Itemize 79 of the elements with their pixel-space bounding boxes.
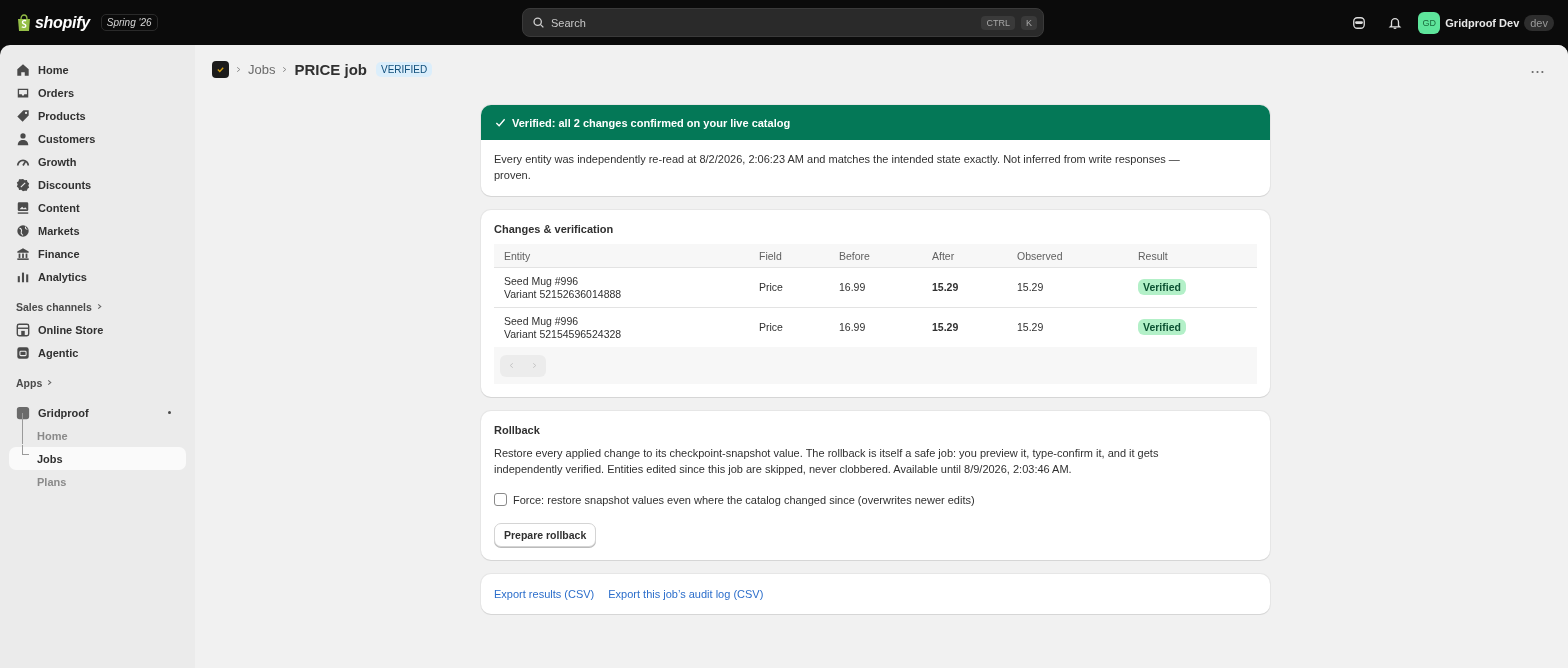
checkmark-icon: [495, 117, 506, 128]
shortcut-key: CTRL: [981, 15, 1015, 30]
more-icon[interactable]: [1531, 69, 1544, 74]
status-badge: VERIFIED: [376, 62, 433, 77]
edition-badge: Spring '26: [100, 14, 158, 31]
chevron-right-icon: [281, 66, 289, 73]
nav-item[interactable]: Products: [9, 104, 186, 127]
nav-item[interactable]: Finance: [9, 242, 186, 265]
table-cell: Price: [749, 307, 829, 347]
storefront-icon: [16, 322, 30, 337]
table-cell: Price: [749, 267, 829, 308]
nav-item[interactable]: Markets: [9, 219, 186, 242]
section-heading[interactable]: Apps: [16, 376, 43, 389]
banner-text: Every entity was independently re-read at 8/2/2026, 2:06:23 AM and matches the intended state exactly. Not inferred from write responses — proven.: [493, 152, 1181, 183]
chevron-right-icon: [46, 379, 54, 386]
bag-logo-icon: [16, 13, 32, 32]
logo-wordmark: shopify: [35, 13, 90, 32]
table-cell: 16.99: [829, 267, 922, 308]
nav-item[interactable]: Content: [9, 196, 186, 219]
table-cell: 15.29: [1007, 267, 1128, 308]
table-cell: 15.29: [922, 307, 1007, 347]
entity-cell: Seed Mug #996 Variant 52154596524328: [494, 307, 749, 347]
search-field[interactable]: Search CTRL K: [522, 8, 1044, 37]
tag-icon: [16, 108, 30, 123]
card-title: Changes & verification: [494, 223, 615, 235]
card-title: Rollback: [494, 424, 541, 436]
nav-item[interactable]: Orders: [9, 81, 186, 104]
entity-cell: Seed Mug #996 Variant 52152636014888: [494, 267, 749, 308]
column-header: Before: [829, 244, 922, 268]
column-header: Result: [1128, 244, 1257, 268]
checkbox-label[interactable]: Force: restore snapshot values even where the catalog changed since (overwrites newer edits): [513, 493, 975, 506]
table-cell: 15.29: [922, 267, 1007, 308]
column-header: After: [922, 244, 1007, 268]
image-icon: [16, 200, 30, 215]
home-icon: [16, 62, 30, 77]
chevron-right-icon: [235, 66, 242, 73]
person-icon: [16, 131, 30, 146]
page-title: PRICE job: [294, 61, 367, 78]
column-header: Entity: [494, 244, 749, 268]
column-header: Field: [749, 244, 829, 268]
banner-title: Verified: all 2 changes confirmed on your live catalog: [512, 116, 791, 129]
nav-item[interactable]: Online Store: [9, 318, 186, 341]
chevron-left-icon: [508, 362, 515, 369]
bank-icon: [16, 246, 30, 261]
prepare-rollback-button[interactable]: Prepare rollback: [494, 523, 597, 547]
checkbox[interactable]: [494, 493, 507, 506]
nav-item[interactable]: Gridproof: [9, 401, 186, 424]
user-avatar[interactable]: GD: [1418, 11, 1441, 34]
column-header: Observed: [1007, 244, 1128, 268]
chevron-right-icon: [531, 362, 538, 369]
nav-item[interactable]: Growth: [9, 150, 186, 173]
result-badge: Verified: [1138, 319, 1186, 335]
robot-face-icon[interactable]: [1352, 15, 1367, 30]
robot-icon: [16, 345, 30, 360]
environment-badge: dev: [1524, 14, 1554, 31]
nav-item[interactable]: Agentic: [9, 341, 186, 364]
nav-subitem[interactable]: Jobs: [9, 447, 186, 470]
user-name[interactable]: Gridproof Dev: [1445, 16, 1520, 29]
search-icon: [532, 16, 545, 29]
section-heading[interactable]: Sales channels: [16, 300, 92, 313]
export-link[interactable]: Export this job’s audit log (CSV): [608, 588, 764, 600]
nav-item[interactable]: Discounts: [9, 173, 186, 196]
shortcut-key: K: [1021, 15, 1037, 30]
nav-item[interactable]: Analytics: [9, 265, 186, 288]
breadcrumb-link[interactable]: Jobs: [248, 62, 276, 77]
check-icon: [216, 65, 225, 74]
discount-badge-icon: [16, 177, 30, 192]
bell-icon[interactable]: [1388, 15, 1403, 30]
export-link[interactable]: Export results (CSV): [494, 588, 595, 600]
table-cell: 16.99: [829, 307, 922, 347]
nav-item[interactable]: Customers: [9, 127, 186, 150]
result-badge: Verified: [1138, 279, 1186, 295]
table-cell: 15.29: [1007, 307, 1128, 347]
chevron-right-icon: [95, 303, 103, 310]
app-icon[interactable]: [212, 61, 229, 78]
globe-icon: [16, 223, 30, 238]
app-square-icon: [16, 405, 30, 420]
nav-item[interactable]: Home: [9, 58, 186, 81]
rollback-description: Restore every applied change to its checkpoint-snapshot value. The rollback is itself a safe job: you preview it, type-confirm it, and it gets independently verified. Entities edited since this job are skipped, never clobbered. Available until 8/9/2026, 2:03:46 AM.: [494, 446, 1160, 477]
